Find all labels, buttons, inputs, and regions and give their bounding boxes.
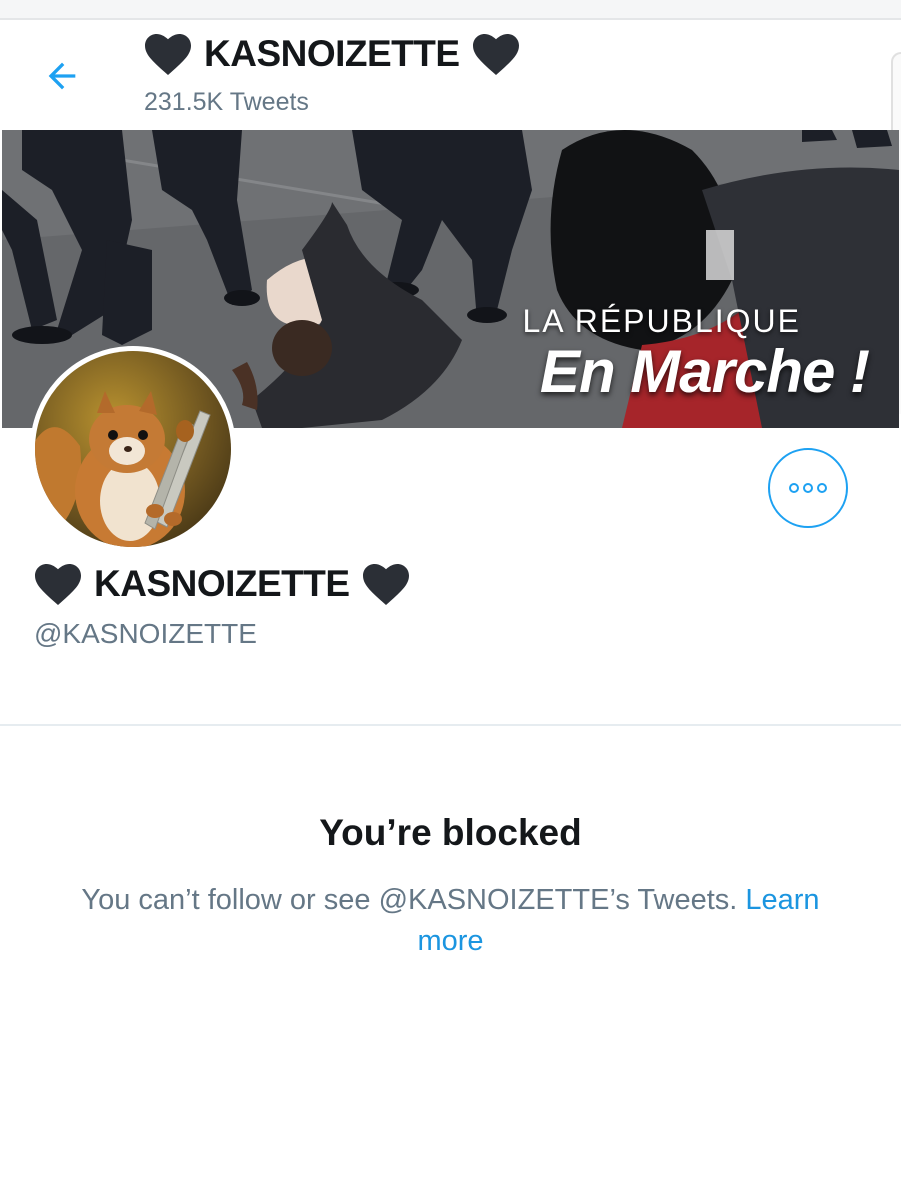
tweet-count: 231.5K Tweets: [144, 88, 309, 116]
dot: [817, 483, 827, 493]
avatar[interactable]: [30, 346, 236, 552]
avatar-image: [35, 351, 231, 547]
status-bar-strip: [0, 0, 901, 20]
user-handle: @KASNOIZETTE: [34, 618, 257, 649]
blocked-message-text: You can’t follow or see @KASNOIZETTE’s T…: [81, 884, 738, 916]
header-title: KASNOIZETTE: [144, 32, 520, 76]
arrow-left-icon: [48, 62, 76, 90]
display-name-text: KASNOIZETTE: [94, 563, 350, 604]
banner-line-2: En Marche !: [539, 338, 870, 405]
back-button[interactable]: [38, 52, 86, 100]
blocked-title: You’re blocked: [319, 812, 582, 853]
more-horizontal-icon: [789, 483, 827, 493]
divider: [0, 724, 901, 726]
profile-header: KASNOIZETTE 231.5K Tweets: [0, 20, 901, 130]
heart-icon: [472, 34, 519, 75]
display-name: KASNOIZETTE: [34, 562, 410, 606]
dot: [789, 483, 799, 493]
banner-line-1: LA RÉPUBLIQUE: [522, 303, 801, 339]
heart-icon: [35, 564, 81, 605]
dot: [803, 483, 813, 493]
more-options-button[interactable]: [768, 448, 848, 528]
header-title-text: KASNOIZETTE: [204, 33, 460, 74]
heart-icon: [145, 34, 191, 75]
heart-icon: [362, 564, 409, 605]
blocked-message: You can’t follow or see @KASNOIZETTE’s T…: [60, 880, 841, 962]
